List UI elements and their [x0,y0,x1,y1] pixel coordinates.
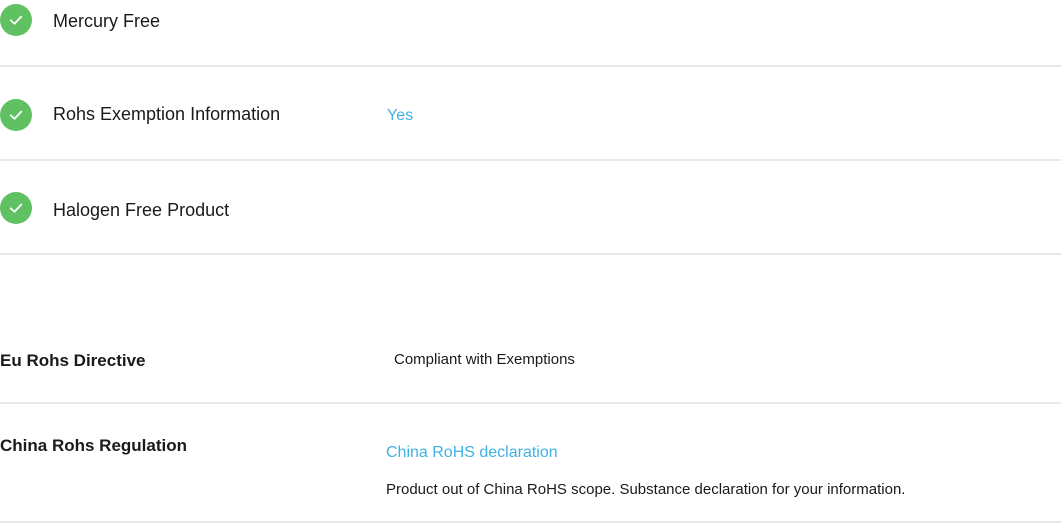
check-circle-icon [0,4,32,36]
feature-label: Rohs Exemption Information [53,104,281,124]
spec-value: Compliant with Exemptions [394,351,575,368]
spec-label: Eu Rohs Directive [0,351,146,370]
row-divider [0,253,1061,255]
feature-label: Halogen Free Product [53,200,230,220]
rohs-exemption-yes-link[interactable]: Yes [387,107,413,125]
feature-row-halogen-free: Halogen Free Product [0,161,1061,253]
feature-row-rohs-exemption: Rohs Exemption Information Yes [0,67,1061,160]
spec-label: China Rohs Regulation [0,436,187,455]
check-circle-icon [0,192,32,224]
spec-row-eu-rohs: Eu Rohs Directive Compliant with Exempti… [0,300,1061,403]
spec-note: Product out of China RoHS scope. Substan… [386,481,906,498]
spec-row-china-rohs: China Rohs Regulation China RoHS declara… [0,404,1061,522]
feature-row-mercury-free: Mercury Free [0,0,1061,66]
china-rohs-declaration-link[interactable]: China RoHS declaration [386,444,558,462]
row-divider [0,521,1061,523]
feature-label: Mercury Free [53,11,161,31]
check-circle-icon [0,99,32,131]
